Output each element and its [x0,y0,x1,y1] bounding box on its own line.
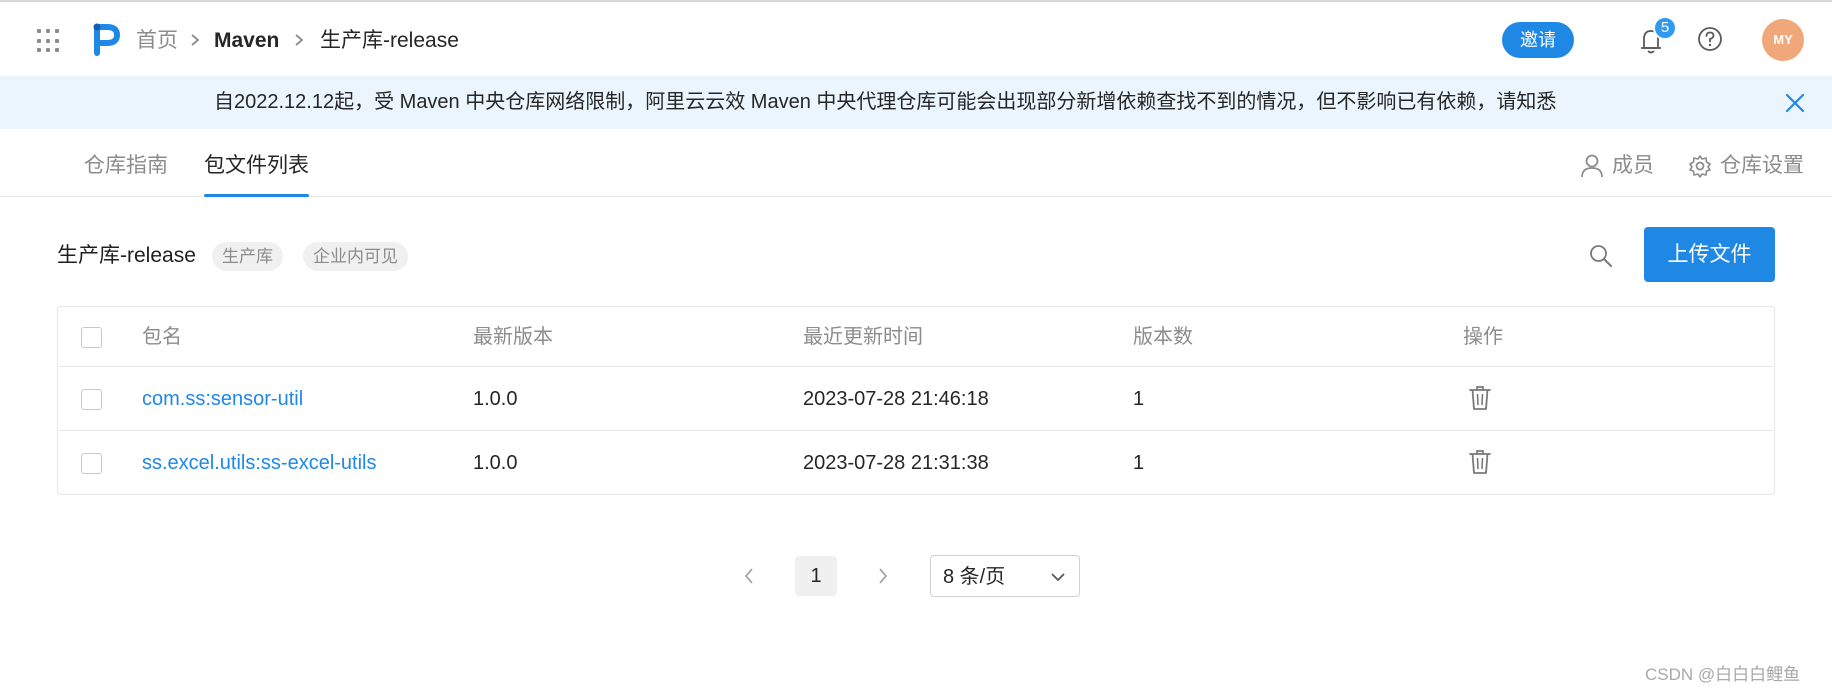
page-size-value: 8 条/页 [943,566,1006,588]
search-icon[interactable] [1588,243,1614,269]
page-number-button[interactable]: 1 [795,556,837,596]
updated-time: 2023-07-28 21:31:38 [803,452,989,474]
column-header-version-count: 版本数 [1133,326,1193,348]
gear-icon [1689,155,1711,178]
tab-package-list[interactable]: 包文件列表 [204,151,309,181]
latest-version: 1.0.0 [473,452,518,474]
active-tab-indicator [204,194,309,197]
table-header: 包名 最新版本 最近更新时间 版本数 操作 [58,307,1774,367]
column-header-updated: 最近更新时间 [803,326,923,348]
repo-visibility-tag: 企业内可见 [303,242,408,271]
repo-settings-label: 仓库设置 [1720,154,1804,177]
user-icon [1581,154,1603,178]
column-header-name: 包名 [142,326,182,348]
updated-time: 2023-07-28 21:46:18 [803,388,989,410]
repo-name: 生产库-release [57,244,196,267]
package-name-link[interactable]: com.ss:sensor-util [142,384,303,414]
page-size-select[interactable]: 8 条/页 [930,555,1080,597]
help-icon[interactable] [1697,26,1723,52]
csdn-watermark: CSDN @白白白鲤鱼 [1645,665,1801,684]
breadcrumb-maven[interactable]: Maven [214,26,279,56]
breadcrumb-current-repo: 生产库-release [320,29,459,52]
select-all-checkbox[interactable] [81,327,102,348]
tab-repo-guide[interactable]: 仓库指南 [84,151,168,181]
table-row: com.ss:sensor-util 1.0.0 2023-07-28 21:4… [58,367,1774,431]
column-header-actions: 操作 [1463,326,1503,348]
members-button[interactable]: 成员 [1580,151,1654,181]
trash-icon[interactable] [1468,449,1492,475]
invite-button[interactable]: 邀请 [1502,22,1574,58]
app-grid-icon[interactable] [37,29,61,53]
notice-banner: 自2022.12.12起，受 Maven 中央仓库网络限制，阿里云云效 Mave… [0,76,1832,129]
chevron-right-icon[interactable] [876,565,890,587]
column-header-version: 最新版本 [473,326,553,348]
version-count: 1 [1133,452,1145,474]
chevron-right-icon [295,34,304,46]
repo-settings-button[interactable]: 仓库设置 [1688,151,1804,181]
version-count: 1 [1133,388,1145,410]
latest-version: 1.0.0 [473,388,518,410]
members-label: 成员 [1612,154,1654,177]
app-logo-icon[interactable] [92,23,122,57]
row-checkbox[interactable] [81,389,102,410]
breadcrumb-home[interactable]: 首页 [136,26,178,56]
user-avatar[interactable]: MY [1762,19,1804,61]
chevron-down-icon [1051,573,1065,582]
top-header: 首页 Maven 生产库-release 邀请 5 MY [0,2,1832,76]
repo-type-tag: 生产库 [212,242,283,271]
chevron-right-icon [191,34,200,46]
row-checkbox[interactable] [81,453,102,474]
chevron-left-icon[interactable] [742,565,756,587]
package-table: 包名 最新版本 最近更新时间 版本数 操作 com.ss:sensor-util… [57,306,1775,495]
trash-icon[interactable] [1468,385,1492,411]
notice-text: 自2022.12.12起，受 Maven 中央仓库网络限制，阿里云云效 Mave… [214,91,1557,113]
close-icon[interactable] [1784,92,1806,114]
table-row: ss.excel.utils:ss-excel-utils 1.0.0 2023… [58,431,1774,495]
package-name-link[interactable]: ss.excel.utils:ss-excel-utils [142,448,377,478]
upload-file-button[interactable]: 上传文件 [1644,227,1775,282]
tab-bar: 仓库指南 包文件列表 成员 仓库设置 [0,129,1832,197]
notification-badge: 5 [1653,16,1677,40]
